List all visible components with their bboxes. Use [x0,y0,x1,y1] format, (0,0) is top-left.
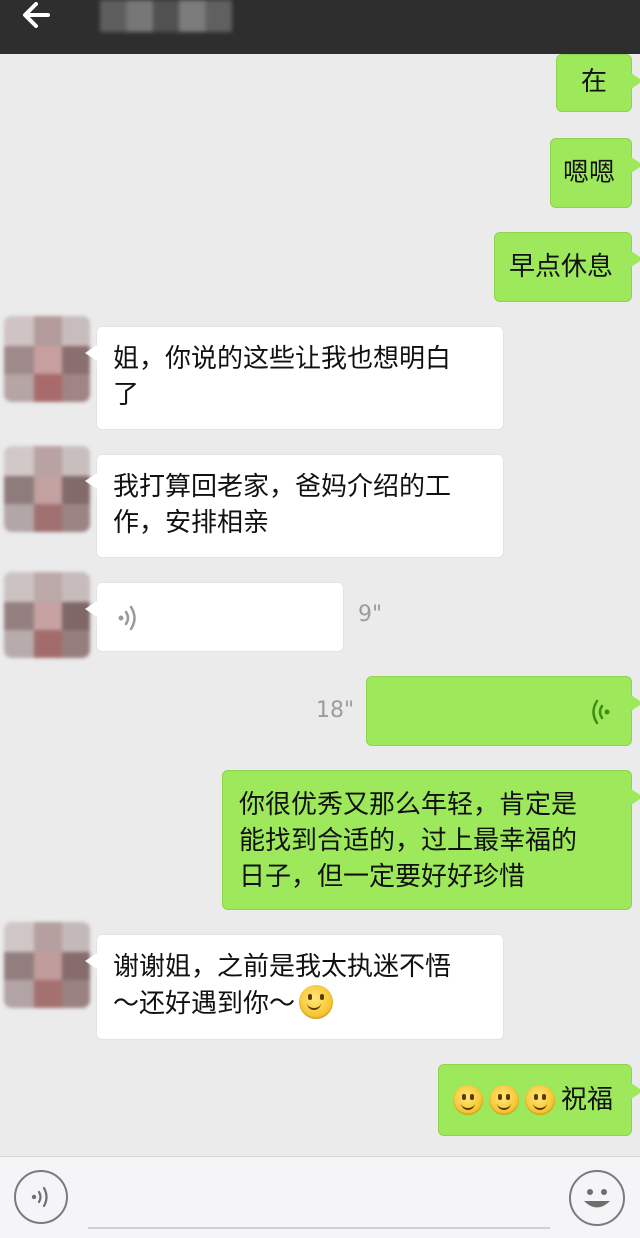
message-bubble-sent[interactable]: 早点休息 [494,232,640,302]
smile-emoji-icon [453,1085,483,1115]
message-text: 我打算回老家，爸妈介绍的工 [113,472,452,502]
voice-wave-icon [117,603,143,643]
message-bubble-sent[interactable]: 嗯嗯 [550,138,640,208]
smile-emoji-icon [525,1085,555,1115]
voice-duration: 18" [316,698,355,723]
voice-toggle-icon[interactable] [14,1170,68,1224]
input-bar [0,1156,640,1238]
message-text: 早点休息 [509,252,614,282]
message-text: 嗯嗯 [563,158,616,188]
voice-wave-icon [585,697,611,737]
emoji-icon[interactable] [569,1170,625,1226]
message-text: 姐，你说的这些让我也想明白 [113,344,452,374]
message-bubble-received[interactable]: 我打算回老家，爸妈介绍的工 作，安排相亲 [85,454,504,558]
message-text: 作，安排相亲 [113,508,270,538]
back-arrow-icon[interactable] [20,0,60,30]
avatar[interactable] [4,446,90,532]
voice-message-sent[interactable] [366,676,640,746]
message-text: 日子，但一定要好好珍惜 [239,862,526,892]
message-text: 了 [113,380,140,410]
message-text: 谢谢姐，之前是我太执迷不悟 [113,952,452,982]
chat-header [0,0,640,54]
message-list: 在 嗯嗯 早点休息 姐，你说的这些让我也想明白 了 我打算回老家，爸妈介绍的工 … [0,54,640,1156]
message-text: 能找到合适的，过上最幸福的 [239,826,578,856]
message-input[interactable] [88,1227,550,1229]
message-bubble-received[interactable]: 姐，你说的这些让我也想明白 了 [85,326,504,430]
avatar[interactable] [4,572,90,658]
avatar[interactable] [4,922,90,1008]
smile-emoji-icon [489,1085,519,1115]
voice-message-received[interactable] [85,582,344,652]
message-text: 祝福 [561,1085,614,1115]
avatar[interactable] [4,316,90,402]
smile-emoji-icon [299,985,334,1019]
message-bubble-received[interactable]: 谢谢姐，之前是我太执迷不悟 ～还好遇到你～ [85,934,504,1040]
message-text: 你很优秀又那么年轻，肯定是 [239,790,578,820]
message-bubble-sent[interactable]: 祝福 [438,1064,640,1136]
voice-duration: 9" [358,602,383,627]
message-bubble-sent[interactable]: 你很优秀又那么年轻，肯定是 能找到合适的，过上最幸福的 日子，但一定要好好珍惜 [222,770,640,910]
contact-name-blurred [100,0,232,32]
message-text: 在 [580,67,607,97]
message-text: ～还好遇到你～ [113,989,296,1019]
message-bubble-sent[interactable]: 在 [556,54,640,112]
